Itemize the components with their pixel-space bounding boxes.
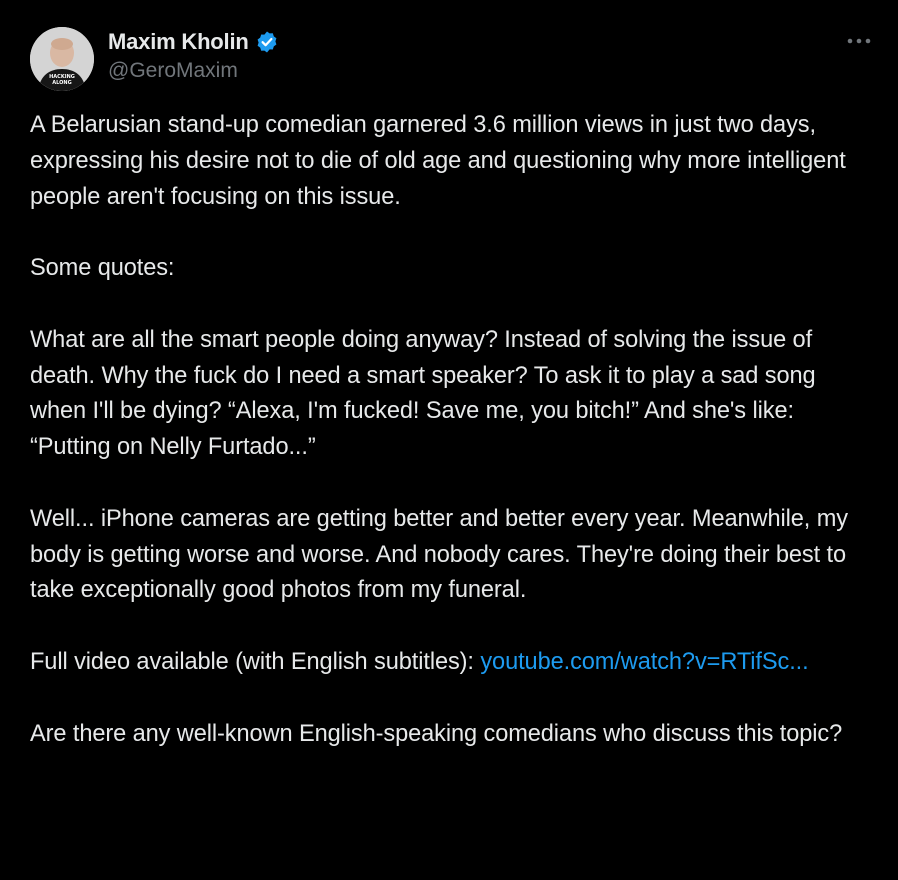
author-block: Maxim Kholin @GeroMaxim (108, 28, 279, 83)
paragraph-quote-2: Well... iPhone cameras are getting bette… (30, 505, 855, 604)
youtube-link[interactable]: youtube.com/watch?v=RTifSc... (480, 649, 808, 675)
video-label: Full video available (with English subti… (30, 648, 481, 675)
paragraph-video: Full video available (with English subti… (30, 645, 876, 681)
avatar-photo: HACKING ALONG (30, 27, 94, 91)
verified-check-icon[interactable] (255, 30, 279, 54)
avatar[interactable]: HACKING ALONG (30, 27, 94, 91)
display-name[interactable]: Maxim Kholin (108, 29, 249, 55)
paragraph-some-quotes: Some quotes: (30, 255, 175, 282)
name-row: Maxim Kholin (108, 28, 279, 56)
paragraph-question: Are there any well-known English-speakin… (30, 720, 843, 747)
more-horizontal-icon[interactable] (842, 28, 876, 54)
handle[interactable]: @GeroMaxim (108, 59, 279, 83)
paragraph-quote-1: What are all the smart people doing anyw… (30, 326, 822, 461)
paragraph-intro: A Belarusian stand-up comedian garnered … (30, 112, 853, 210)
tweet-text: A Belarusian stand-up comedian garnered … (30, 108, 876, 752)
tweet-card: HACKING ALONG Maxim Kholin @GeroMaxim A … (0, 0, 898, 880)
svg-text:ALONG: ALONG (52, 80, 71, 86)
